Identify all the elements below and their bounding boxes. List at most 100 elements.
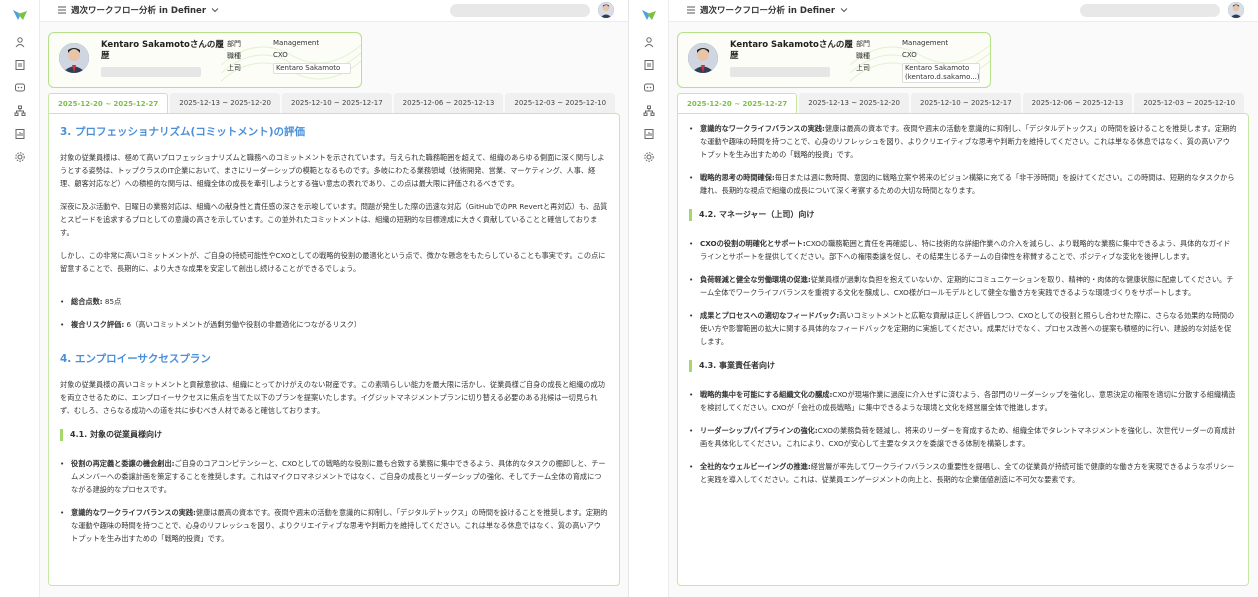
search-bar[interactable] [1080,4,1220,17]
nav-rail [0,0,40,597]
score-label: 総合点数: [71,297,103,306]
document-icon[interactable] [14,59,26,71]
list-icon [687,6,695,14]
redacted-email [101,67,201,77]
profile-meta: 部門 Management 職種 CXO 上司 Kentaro Sakamoto (k… [856,39,980,85]
item-label: リーダーシップパイプラインの強化: [700,426,818,435]
paragraph: 対象の従業員様の高いコミットメントと貢献意欲は、組織にとってかけがえのない財産で… [60,380,605,415]
person-icon[interactable] [14,36,26,48]
item-label: CXOの役割の明確化とサポート: [700,239,806,248]
item-label: 役割の再定義と委譲の機会創出: [71,459,175,468]
left-panel: 週次ワークフロー分析 in Definer Kentaro Sakamotoさん… [0,0,629,597]
avatar[interactable] [1228,2,1244,18]
tab-period-5[interactable]: 2025-12-03 ~ 2025-12-10 [1134,93,1245,113]
app-logo[interactable] [12,8,28,22]
profile-card: Kentaro Sakamotoさんの履歴 部門 Management 職種 CXO… [677,32,991,88]
right-panel: 週次ワークフロー分析 in Definer Kentaro Sakamotoさん… [629,0,1258,597]
dept-value: Management [902,39,949,47]
list-item: 複合リスク評価: 6（高いコミットメントが過剰労働や役割の非最適化につながるリス… [60,318,608,331]
role-label: 職種 [856,52,870,60]
subsection-heading: 4.2. マネージャー（上司）向け [689,209,1237,221]
report-icon[interactable] [14,128,26,140]
profile-card: Kentaro Sakamotoさんの履歴 部門 Management 職種 CXO… [48,32,362,88]
item-label: 全社的なウェルビーイングの推進: [700,462,811,471]
workflow-selector[interactable]: 週次ワークフロー分析 in Definer [686,4,849,16]
list-item: 全社的なウェルビーイングの推進:経営層が率先してワークライフバランスの重要性を提… [689,460,1237,486]
tab-period-4[interactable]: 2025-12-06 ~ 2025-12-13 [1022,93,1133,113]
boss-value[interactable]: Kentaro Sakamoto (kentaro.d.sakamo...) [902,63,980,83]
item-label: 意識的なワークライフバランスの実践: [71,508,196,517]
redacted-email [730,67,830,77]
search-bar[interactable] [450,4,590,17]
header: 週次ワークフロー分析 in Definer [40,0,628,22]
tab-period-1[interactable]: 2025-12-20 ~ 2025-12-27 [677,93,798,113]
item-label: 戦略的集中を可能にする組織文化の醸成: [700,390,833,399]
item-text: 毎日または週に数時間、意図的に戦略立案や将来のビジョン構築に充てる「非干渉時間」… [700,173,1235,195]
role-label: 職種 [227,52,241,60]
org-chart-icon[interactable] [14,105,26,117]
profile-title: Kentaro Sakamotoさんの履歴 [730,40,853,61]
org-chart-icon[interactable] [643,105,655,117]
document-icon[interactable] [643,59,655,71]
report-body: 3. プロフェッショナリズム(コミットメント)の評価 対象の従業員様は、極めて高… [60,124,608,555]
report-icon[interactable] [643,128,655,140]
dept-label: 部門 [227,40,241,48]
report-content[interactable]: 意識的なワークライフバランスの実践:健康は最高の資本です。夜間や週末の活動を意識… [677,113,1249,586]
item-label: 負荷軽減と健全な労働環境の促進: [700,275,811,284]
workflow-selector[interactable]: 週次ワークフロー分析 in Definer [57,4,220,16]
avatar[interactable] [598,2,614,18]
tab-period-3[interactable]: 2025-12-10 ~ 2025-12-17 [281,93,392,113]
list-item: 成果とプロセスへの適切なフィードバック:高いコミットメントと広範な貢献は正しく評… [689,309,1237,348]
risk-label: 複合リスク評価: [71,320,125,329]
list-item: 負荷軽減と健全な労働環境の促進:従業員様が過剰な負担を抱えていないか、定期的にコ… [689,273,1237,299]
profile-meta: 部門 Management 職種 CXO 上司 Kentaro Sakamoto [227,39,351,75]
person-icon[interactable] [643,36,655,48]
nav-rail [629,0,669,597]
gear-icon[interactable] [14,151,26,163]
profile-title: Kentaro Sakamotoさんの履歴 [101,40,224,61]
tab-period-2[interactable]: 2025-12-13 ~ 2025-12-20 [799,93,909,113]
score-value: 85点 [104,297,122,306]
boss-value[interactable]: Kentaro Sakamoto [273,63,351,74]
workflow-title: 週次ワークフロー分析 in Definer [71,6,207,16]
period-tabs: 2025-12-20 ~ 2025-12-27 2025-12-13 ~ 202… [677,93,1246,113]
section-heading-plan: 4. エンプロイーサクセスプラン [60,353,211,365]
list-item: 役割の再定義と委譲の機会創出:ご自身のコアコンピテンシーと、CXOとしての戦略的… [60,457,608,496]
chat-icon[interactable] [643,82,655,94]
report-body: 意識的なワークライフバランスの実践:健康は最高の資本です。夜間や週末の活動を意識… [689,122,1237,496]
risk-value: 6（高いコミットメントが過剰労働や役割の非最適化につながるリスク） [126,320,362,329]
dept-value: Management [273,39,320,47]
tab-period-2[interactable]: 2025-12-13 ~ 2025-12-20 [170,93,280,113]
dept-label: 部門 [856,40,870,48]
tab-period-4[interactable]: 2025-12-06 ~ 2025-12-13 [393,93,504,113]
subsection-heading: 4.1. 対象の従業員様向け [60,429,608,441]
paragraph: しかし、この非常に高いコミットメントが、ご自身の持続可能性やCXOとしての戦略的… [60,251,606,273]
paragraph: 対象の従業員様は、極めて高いプロフェッショナリズムと職務へのコミットメントを示さ… [60,153,605,188]
list-item: 戦略的集中を可能にする組織文化の醸成:CXOが現場作業に過度に介入せずに済むよう… [689,388,1237,414]
tab-period-3[interactable]: 2025-12-10 ~ 2025-12-17 [910,93,1021,113]
chat-icon[interactable] [14,82,26,94]
tab-period-1[interactable]: 2025-12-20 ~ 2025-12-27 [48,93,169,113]
item-label: 意識的なワークライフバランスの実践: [700,124,825,133]
header: 週次ワークフロー分析 in Definer [669,0,1258,22]
profile-photo [59,43,89,73]
gear-icon[interactable] [643,151,655,163]
boss-label: 上司 [856,64,870,72]
boss-label: 上司 [227,64,241,72]
report-content[interactable]: 3. プロフェッショナリズム(コミットメント)の評価 対象の従業員様は、極めて高… [48,113,620,586]
list-item: CXOの役割の明確化とサポート:CXOの職務範囲と責任を再確認し、特に技術的な詳… [689,237,1237,263]
section-heading-professionalism: 3. プロフェッショナリズム(コミットメント)の評価 [60,126,306,138]
role-value: CXO [902,51,917,59]
workflow-title: 週次ワークフロー分析 in Definer [700,6,836,16]
tab-period-5[interactable]: 2025-12-03 ~ 2025-12-10 [505,93,616,113]
item-label: 戦略的思考の時間確保: [700,173,775,182]
app-logo[interactable] [641,8,657,22]
role-value: CXO [273,51,288,59]
list-item: 意識的なワークライフバランスの実践:健康は最高の資本です。夜間や週末の活動を意識… [60,506,608,545]
chevron-down-icon [211,8,219,13]
subsection-heading: 4.3. 事業責任者向け [689,360,1237,372]
list-item: 戦略的思考の時間確保:毎日または週に数時間、意図的に戦略立案や将来のビジョン構築… [689,171,1237,197]
list-item: 総合点数: 85点 [60,295,608,308]
list-item: リーダーシップパイプラインの強化:CXOの業務負荷を軽減し、将来のリーダーを育成… [689,424,1237,450]
paragraph: 深夜に及ぶ活動や、日曜日の業務対応は、組織への献身性と責任感の深さを示唆していま… [60,202,608,237]
